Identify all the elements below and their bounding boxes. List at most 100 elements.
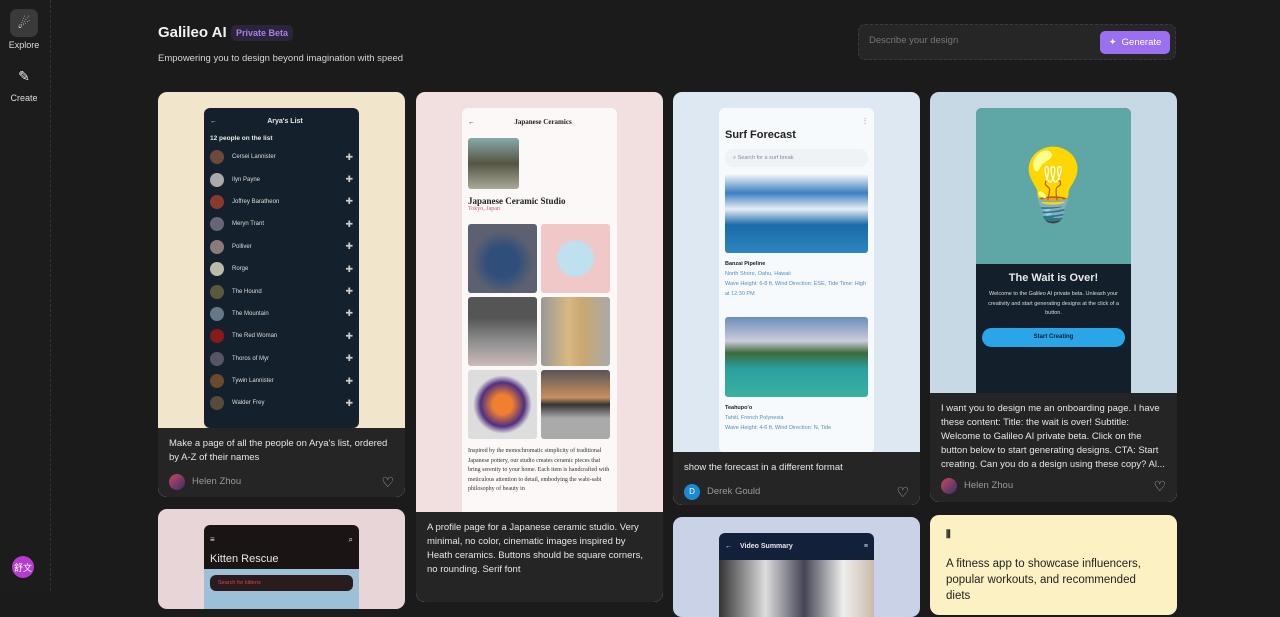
filter-icon: ⫶ xyxy=(864,117,866,126)
generate-label: Generate xyxy=(1121,37,1162,48)
list-item: Ilyn Payne ✚ xyxy=(204,168,359,190)
preview-video-summary: ← Video Summary ≡ xyxy=(719,533,874,617)
heart-icon[interactable]: ♡ xyxy=(381,475,394,489)
person-avatar xyxy=(210,262,224,277)
back-arrow-icon: ← xyxy=(725,543,732,550)
card-prompt: A profile page for a Japanese ceramic st… xyxy=(427,522,643,575)
edit-icon: ✎ xyxy=(18,67,30,84)
list-item: Tywin Lannister ✚ xyxy=(204,370,359,392)
list-item: The Mountain ✚ xyxy=(204,303,359,325)
add-icon: ✚ xyxy=(345,308,353,319)
person-name: Meryn Trant xyxy=(232,221,265,228)
person-name: The Mountain xyxy=(232,310,269,317)
start-creating-button: Start Creating xyxy=(982,327,1125,347)
video-thumbnail xyxy=(719,560,874,617)
design-card[interactable]: ← Japanese Ceramics Japanese Ceramic Stud… xyxy=(416,92,663,602)
card-caption: A profile page for a Japanese ceramic st… xyxy=(416,512,663,602)
list-item: The Red Woman ✚ xyxy=(204,325,359,347)
add-icon: ✚ xyxy=(345,174,353,185)
list-item: Thoros of Myr ✚ xyxy=(204,348,359,370)
design-card[interactable]: 💡 The Wait is Over! Welcome to the Galil… xyxy=(930,92,1177,502)
spot-name: Banzai Pipeline xyxy=(725,261,766,267)
add-icon: ✚ xyxy=(345,241,353,252)
card-prompt: I want you to design me an onboarding pa… xyxy=(941,403,1165,470)
author-name: Derek Gould xyxy=(707,486,761,497)
add-icon: ✚ xyxy=(345,286,353,297)
design-prompt-input[interactable] xyxy=(869,35,1089,46)
design-card[interactable]: ← Arya's List 12 people on the list Cerse… xyxy=(158,92,405,497)
person-avatar xyxy=(210,374,224,389)
spot-name: Teahupo'o xyxy=(725,405,753,411)
studio-image xyxy=(468,138,519,189)
person-name: Polliver xyxy=(232,243,252,250)
back-arrow-icon: ← xyxy=(210,118,217,125)
person-avatar xyxy=(210,239,224,254)
person-avatar xyxy=(210,217,224,232)
sidebar-item-label: Explore xyxy=(8,40,40,50)
preview-title: Kitten Rescue xyxy=(210,553,279,565)
dumbbell-icon: ⫴ xyxy=(946,529,951,541)
person-name: Tywin Lannister xyxy=(232,378,274,385)
list-item: Polliver ✚ xyxy=(204,236,359,258)
sparkle-icon: ✦ xyxy=(1108,37,1117,48)
design-prompt-bar: ✦ Generate xyxy=(858,24,1176,60)
add-icon: ✚ xyxy=(345,151,353,162)
person-avatar xyxy=(210,150,224,165)
page-subtitle: Empowering you to design beyond imaginat… xyxy=(158,53,404,64)
comet-icon: ☄ xyxy=(10,9,38,37)
search-placeholder: Search for a surf break xyxy=(737,155,794,161)
spot-details: Wave Height: 4-6 ft, Wind Direction: N, … xyxy=(725,425,832,431)
preview-arya-list: ← Arya's List 12 people on the list Cerse… xyxy=(204,108,359,428)
preview-body: Welcome to the Galileo AI private beta. … xyxy=(988,291,1119,316)
person-name: The Hound xyxy=(232,288,262,295)
preview-surf-forecast: ⫶ Surf Forecast ⌕ Search for a surf brea… xyxy=(719,108,874,453)
add-icon: ✚ xyxy=(345,196,353,207)
heart-icon[interactable]: ♡ xyxy=(896,485,909,499)
page-title: Galileo AI xyxy=(158,24,227,41)
preview-japanese-ceramics: ← Japanese Ceramics Japanese Ceramic Stud… xyxy=(462,108,617,528)
spot-details: Wave Height: 6-8 ft, Wind Direction: ESE… xyxy=(725,281,867,297)
spot-location: North Shore, Oahu, Hawaii xyxy=(725,271,791,277)
studio-description: Inspired by the monochromatic simplicity… xyxy=(468,448,610,493)
avatar[interactable]: 舒文 xyxy=(12,556,34,578)
list-item: Walder Frey ✚ xyxy=(204,392,359,414)
preview-title: Arya's List xyxy=(267,118,303,125)
add-icon: ✚ xyxy=(345,397,353,408)
design-card[interactable]: ← Video Summary ≡ xyxy=(673,517,920,617)
author-avatar xyxy=(941,478,957,494)
design-card[interactable]: ⫶ Surf Forecast ⌕ Search for a surf brea… xyxy=(673,92,920,505)
preview-count: 12 people on the list xyxy=(210,135,273,142)
card-caption: I want you to design me an onboarding pa… xyxy=(930,393,1177,502)
generate-button[interactable]: ✦ Generate xyxy=(1100,31,1170,54)
gallery xyxy=(462,212,617,447)
design-card[interactable]: ⫴ A fitness app to showcase influencers,… xyxy=(930,515,1177,615)
lightbulb-icon: 💡 xyxy=(976,108,1131,264)
card-prompt: Make a page of all the people on Arya's … xyxy=(169,438,388,463)
preview-onboarding: 💡 The Wait is Over! Welcome to the Galil… xyxy=(976,108,1131,398)
preview-title: Surf Forecast xyxy=(725,129,796,141)
sidebar-item-explore[interactable]: ☄ Explore xyxy=(0,9,48,50)
status-badge: Private Beta xyxy=(231,25,294,41)
sidebar-item-create[interactable]: ✎ Create xyxy=(0,62,48,104)
preview-title: The Wait is Over! xyxy=(1008,272,1099,284)
author-name: Helen Zhou xyxy=(192,476,242,487)
add-icon: ✚ xyxy=(345,263,353,274)
person-avatar xyxy=(210,351,224,366)
author-name: Helen Zhou xyxy=(964,480,1014,491)
design-card[interactable]: ≡ ⌕ Kitten Rescue Search for kittens xyxy=(158,509,405,609)
sidebar: ☄ Explore ✎ Create 舒文 xyxy=(0,0,51,591)
heart-icon[interactable]: ♡ xyxy=(1153,479,1166,493)
add-icon: ✚ xyxy=(345,375,353,386)
person-name: Walder Frey xyxy=(232,400,265,407)
preview-title: Video Summary xyxy=(740,543,793,550)
person-name: Rorge xyxy=(232,266,249,273)
author-avatar: D xyxy=(684,484,700,500)
person-avatar xyxy=(210,194,224,209)
add-icon: ✚ xyxy=(345,330,353,341)
list-item: The Hound ✚ xyxy=(204,280,359,302)
person-avatar xyxy=(210,172,224,187)
person-avatar xyxy=(210,329,224,344)
person-name: Joffrey Baratheon xyxy=(232,198,280,205)
card-caption: show the forecast in a different format … xyxy=(673,452,920,505)
card-caption: Make a page of all the people on Arya's … xyxy=(158,428,405,497)
